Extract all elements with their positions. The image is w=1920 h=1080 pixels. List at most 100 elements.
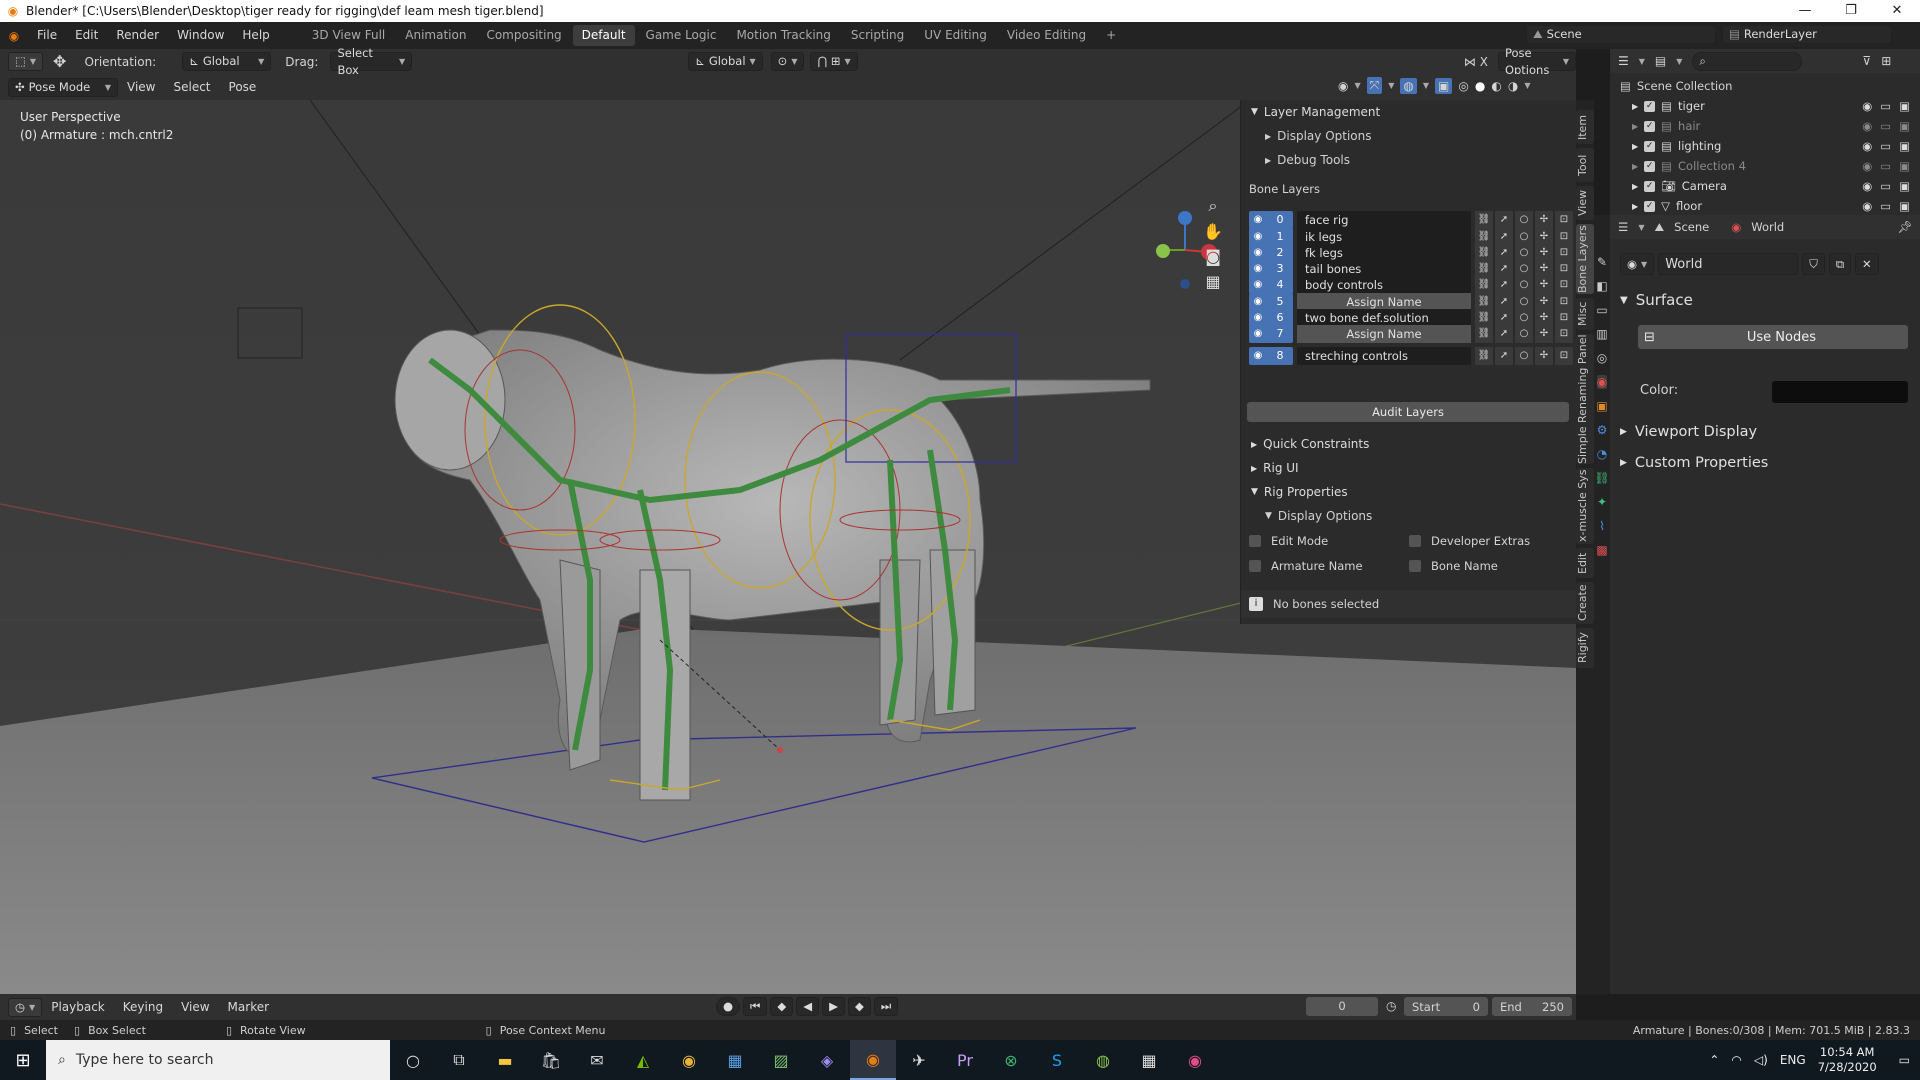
system-clock[interactable]: 10:54 AM 7/28/2020 [1818, 1045, 1877, 1075]
timeline-view-menu[interactable]: View [172, 994, 218, 1021]
developer-extras-checkbox[interactable]: Developer Extras [1409, 534, 1530, 548]
cortana-icon[interactable]: ○ [390, 1040, 436, 1080]
mail-icon[interactable]: ✉ [574, 1040, 620, 1080]
solo-icon[interactable]: ○ [1515, 347, 1533, 365]
taskbar-search-input[interactable]: ⌕ Type here to search [46, 1040, 390, 1080]
premiere-icon[interactable]: Pr [942, 1040, 988, 1080]
visibility-eye-icon[interactable]: ◉ [1862, 119, 1872, 133]
workspace-tab[interactable]: Animation [396, 25, 475, 46]
duplicate-world-button[interactable]: ⧉ [1828, 253, 1852, 275]
pose-options-dropdown[interactable]: Pose Options ▼ [1497, 46, 1576, 77]
transform-orientation-dropdown[interactable]: ⊾ Global ▼ [688, 52, 763, 71]
bone-icon[interactable]: ✢ [1535, 325, 1553, 343]
workspace-tab[interactable]: Compositing [477, 25, 570, 46]
file-explorer-icon[interactable]: ▬ [482, 1040, 528, 1080]
exclude-checkbox[interactable]: ✓ [1644, 180, 1656, 192]
end-frame-field[interactable]: End 250 [1492, 997, 1572, 1016]
assign-name-button[interactable]: Assign Name [1297, 325, 1471, 343]
photos-icon[interactable]: ▨ [758, 1040, 804, 1080]
visibility-eye-icon[interactable]: ◉ [1862, 199, 1872, 213]
quick-constraints-panel[interactable]: ▶ Quick Constraints [1241, 432, 1577, 456]
display-options-subpanel[interactable]: ▶ Display Options [1241, 124, 1576, 148]
input-language[interactable]: ENG [1780, 1053, 1806, 1067]
notifications-icon[interactable]: ▭ [1899, 1053, 1910, 1067]
select-cursor-icon[interactable]: ➚ [1495, 347, 1513, 365]
display-mode-icon[interactable]: ▤ [1655, 54, 1666, 68]
jump-end-icon[interactable]: ⏭ [873, 997, 899, 1016]
tab-tool[interactable]: Tool [1576, 148, 1594, 182]
mirror-x-icon[interactable]: ⋈ [1464, 55, 1476, 69]
blender-menu-icon[interactable]: ◉ [0, 29, 28, 43]
tab-simple-renaming-panel[interactable]: Simple Renaming Panel [1576, 334, 1594, 464]
physics-tab-icon[interactable]: ◔ [1597, 447, 1607, 461]
render-camera-icon[interactable]: ▣ [1899, 159, 1910, 173]
expand-icon[interactable]: ▶ [1632, 162, 1638, 171]
pin-icon[interactable]: 📌︎ [1897, 220, 1912, 234]
record-icon[interactable]: ● [716, 997, 741, 1016]
gizmo-y-axis[interactable] [1156, 244, 1170, 258]
eye-icon[interactable]: ◉ [1249, 325, 1267, 343]
layer-management-header[interactable]: ▼ Layer Management [1241, 100, 1576, 124]
exclude-checkbox[interactable]: ✓ [1644, 160, 1656, 172]
timeline-editor-type[interactable]: ◷ ▼ [8, 997, 43, 1017]
tab-rigify[interactable]: Rigify [1576, 628, 1594, 668]
task-view-icon[interactable]: ⧉ [436, 1040, 482, 1080]
tool-tab-icon[interactable]: ✎ [1597, 255, 1607, 269]
viewport-disable-icon[interactable]: ▭ [1880, 179, 1891, 193]
visibility-eye-icon[interactable]: ◉ [1862, 159, 1872, 173]
outliner-row[interactable]: ▶ ✓ ▤ tiger ◉ ▭ ▣ [1610, 96, 1920, 116]
bone-name-checkbox[interactable]: Bone Name [1409, 559, 1498, 573]
exclude-checkbox[interactable]: ✓ [1644, 140, 1656, 152]
unlink-world-button[interactable]: ✕ [1855, 253, 1879, 275]
marker-menu[interactable]: Marker [219, 994, 278, 1021]
layer-name-field[interactable]: streching controls [1297, 347, 1471, 365]
add-workspace-icon[interactable]: + [1097, 25, 1125, 46]
filter-icon[interactable]: ⊽ [1862, 54, 1871, 68]
viewport-disable-icon[interactable]: ▭ [1880, 119, 1891, 133]
outliner-row[interactable]: ▶ ✓ ▤ Collection 4 ◉ ▭ ▣ [1610, 156, 1920, 176]
app-icon[interactable]: ◈ [804, 1040, 850, 1080]
armature-name-checkbox[interactable]: Armature Name [1249, 559, 1363, 573]
breadcrumb-scene[interactable]: Scene [1674, 220, 1709, 234]
surface-panel-header[interactable]: ▼ Surface [1620, 291, 1693, 309]
app-icon[interactable]: ◉ [1172, 1040, 1218, 1080]
outliner-editor-icon[interactable]: ☰ [1618, 54, 1629, 68]
workspace-tab[interactable]: Scripting [842, 25, 913, 46]
world-tab-icon[interactable]: ◉ [1596, 375, 1608, 389]
playback-menu[interactable]: Playback [42, 994, 114, 1021]
view-menu[interactable]: View [118, 74, 164, 101]
outliner-row[interactable]: ▶ ✓ ▤ lighting ◉ ▭ ▣ [1610, 136, 1920, 156]
view-layer-tab-icon[interactable]: ▥ [1596, 327, 1607, 341]
exclude-checkbox[interactable]: ✓ [1644, 200, 1656, 212]
workspace-tab[interactable]: UV Editing [915, 25, 996, 46]
lock-icon[interactable]: ⊡ [1555, 347, 1573, 365]
rig-display-options-subpanel[interactable]: ▼ Display Options [1241, 504, 1577, 528]
jump-start-icon[interactable]: ⏮ [743, 997, 768, 1016]
visibility-eye-icon[interactable]: ◉ [1862, 139, 1872, 153]
zoom-icon[interactable]: ⌕ [1209, 196, 1218, 216]
menu-edit[interactable]: Edit [66, 22, 107, 49]
tab-misc[interactable]: Misc [1576, 298, 1594, 330]
current-frame-field[interactable]: 0 [1306, 997, 1378, 1016]
expand-icon[interactable]: ▶ [1632, 142, 1638, 151]
tab-bone-layers[interactable]: Bone Layers [1576, 224, 1594, 294]
calculator-icon[interactable]: ▦ [1126, 1040, 1172, 1080]
wifi-icon[interactable]: ◠ [1731, 1053, 1741, 1067]
object-data-tab-icon[interactable]: ✦ [1597, 495, 1607, 509]
skype-icon[interactable]: S [1034, 1040, 1080, 1080]
drag-dropdown[interactable]: Select Box ▼ [330, 46, 413, 77]
workspace-tab[interactable]: Game Logic [637, 25, 726, 46]
move-tool-icon[interactable]: ✥ [53, 52, 66, 71]
use-nodes-button[interactable]: ⊟ Use Nodes [1638, 325, 1908, 349]
outliner-row[interactable]: ▶ ✓ 📷︎ Camera ◉ ▭ ▣ [1610, 176, 1920, 196]
tab-create[interactable]: Create [1576, 582, 1594, 624]
expand-icon[interactable]: ▶ [1632, 202, 1638, 211]
exclude-checkbox[interactable]: ✓ [1644, 120, 1656, 132]
eye-icon[interactable]: ◉ [1249, 347, 1267, 365]
app-icon[interactable]: ▦ [712, 1040, 758, 1080]
link-icon[interactable]: ⛓ [1475, 347, 1493, 365]
breadcrumb-world[interactable]: World [1751, 220, 1784, 234]
viewport-disable-icon[interactable]: ▭ [1880, 99, 1891, 113]
overlay-toggle-icon[interactable]: ◍ [1400, 77, 1417, 94]
wireframe-shading-icon[interactable]: ◎ [1458, 79, 1468, 93]
